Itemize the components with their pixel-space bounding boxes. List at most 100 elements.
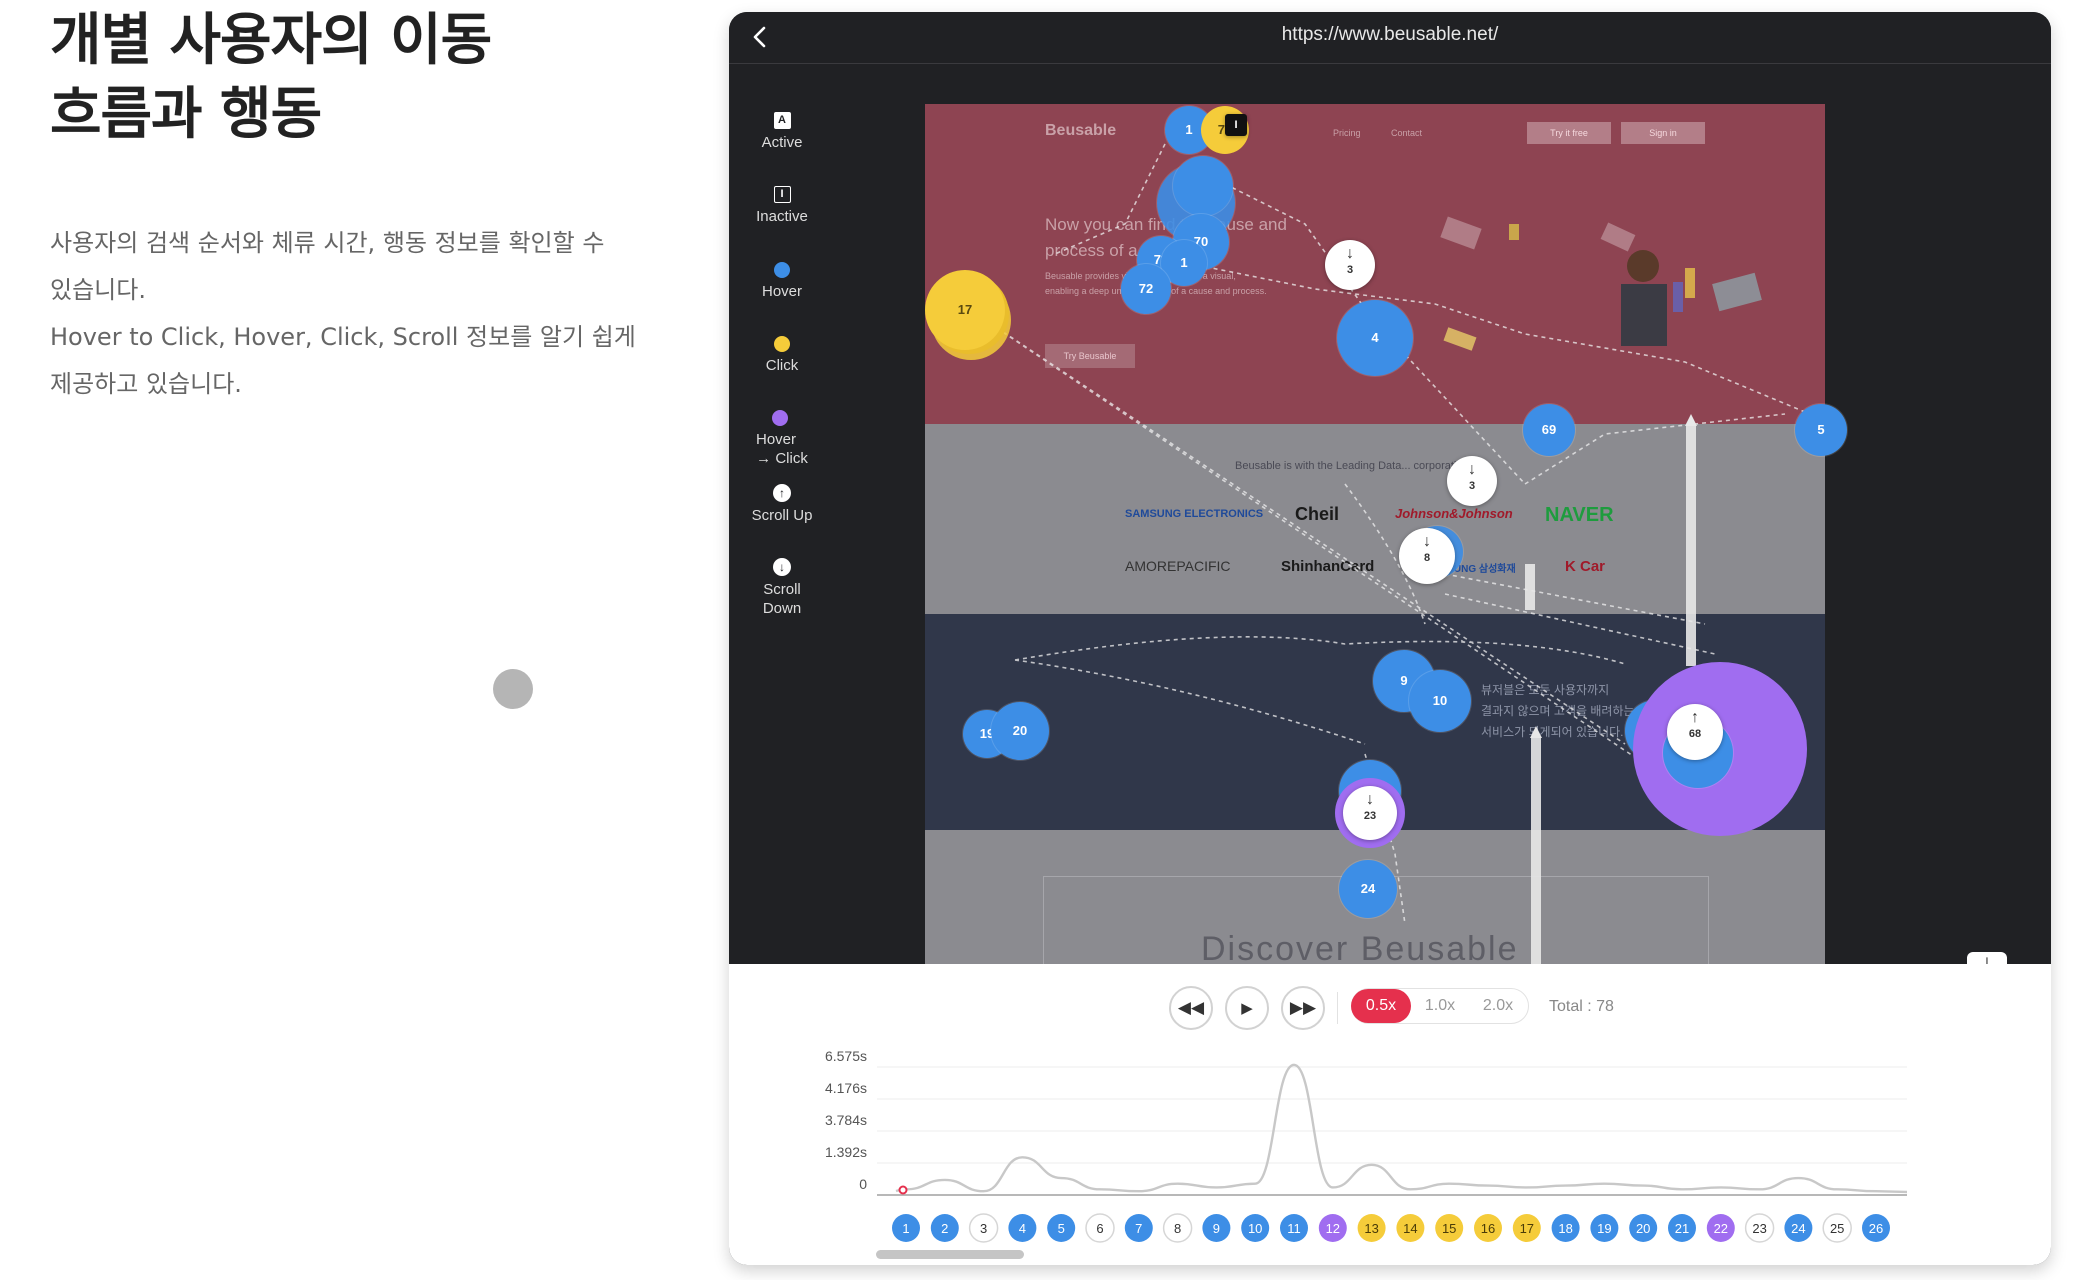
timeline-step-badge[interactable]: 3 (968, 1213, 999, 1243)
hover-marker[interactable]: 5 (1795, 404, 1847, 456)
legend-label: Scroll Up (751, 507, 813, 524)
timeline-step-label: 4 (1019, 1221, 1026, 1236)
slide-title-line: 개별 사용자의 이동 (50, 8, 492, 73)
url-bar[interactable]: https://www.beusable.net/ (729, 24, 2051, 46)
timeline-step-badge[interactable]: 13 (1357, 1214, 1386, 1242)
hover-marker[interactable] (1173, 156, 1233, 216)
legend-label: Active (761, 134, 803, 151)
timeline-step-label: 10 (1248, 1221, 1262, 1236)
scroll-down-marker[interactable]: ↓ 23 (1343, 786, 1397, 840)
legend-scroll-up[interactable]: ↑ Scroll Up (729, 484, 835, 525)
timeline-step-label: 6 (1096, 1221, 1103, 1236)
click-marker[interactable]: 17 (925, 270, 1005, 350)
timeline-step-label: 15 (1442, 1221, 1456, 1236)
timeline-step-badge[interactable]: 23 (1744, 1213, 1775, 1243)
timeline-step-badge[interactable]: 21 (1668, 1214, 1696, 1242)
timeline-step-label: 18 (1558, 1221, 1572, 1236)
legend-label: Hover (761, 283, 802, 300)
timeline-step-badge[interactable]: 19 (1590, 1214, 1619, 1242)
timeline-step-label: 2 (941, 1221, 948, 1236)
timeline-step-badge[interactable]: 8 (1162, 1213, 1193, 1243)
slide-desc-line: 있습니다. (50, 276, 146, 304)
timeline-step-label: 26 (1869, 1221, 1883, 1236)
timeline-step-badge[interactable]: 5 (1047, 1214, 1076, 1242)
legend-hover[interactable]: Hover (729, 262, 835, 301)
heatmap-viewport: Beusable Pricing Contact Try it free Sig… (925, 64, 2037, 964)
timeline-step-badge[interactable]: 10 (1241, 1214, 1270, 1242)
timeline-step-label: 25 (1830, 1221, 1844, 1236)
timeline-scrollbar[interactable] (876, 1250, 1024, 1259)
legend-active[interactable]: A Active (729, 112, 835, 152)
legend-hover-click[interactable]: Hover → Click (729, 410, 829, 468)
browser-window: https://www.beusable.net/ A Active I Ina… (729, 12, 2051, 1265)
inactive-icon: I (773, 186, 791, 203)
browser-header: https://www.beusable.net/ (729, 12, 2051, 64)
timeline-step-badge[interactable]: 25 (1822, 1213, 1852, 1243)
timeline-step-badge[interactable]: 11 (1280, 1214, 1308, 1242)
timeline-step-badge[interactable]: 18 (1551, 1214, 1580, 1242)
scroll-down-marker[interactable]: ↓ 8 (1399, 528, 1455, 584)
slide-title: 개별 사용자의 이동 흐름과 행동 (50, 4, 670, 152)
timeline-step-label: 12 (1326, 1221, 1340, 1236)
timeline-step-label: 14 (1403, 1221, 1417, 1236)
timeline-step-label: 20 (1636, 1221, 1650, 1236)
timeline-step-label: 17 (1520, 1221, 1534, 1236)
hover-marker[interactable]: 72 (1121, 264, 1171, 314)
scroll-up-marker[interactable]: ↑ 68 (1667, 704, 1723, 760)
timeline-step-label: 21 (1675, 1221, 1689, 1236)
timeline-step-label: 23 (1752, 1221, 1766, 1236)
legend-label: Hover (755, 431, 796, 448)
legend-scroll-down[interactable]: ↓ Scroll Down (729, 558, 835, 618)
timeline-step-badge[interactable]: 6 (1085, 1213, 1115, 1243)
timeline-step-label: 5 (1058, 1221, 1065, 1236)
scroll-down-marker[interactable]: ↓ 3 (1325, 240, 1375, 290)
legend-label: Inactive (756, 208, 808, 225)
scroll-down-marker[interactable]: ↓ 3 (1447, 456, 1497, 506)
slide: 개별 사용자의 이동 흐름과 행동 사용자의 검색 순서와 체류 시간, 행동 … (0, 0, 2091, 1280)
hover-click-dot-icon (772, 410, 788, 426)
click-dot-icon (774, 336, 790, 352)
legend-inactive[interactable]: I Inactive (729, 186, 835, 226)
dwell-time-chart: 1 2 3 4 5 6 7 8 9 10 11 12 13 14 15 16 17 18 19 20 21 22 23 24 2… (877, 1063, 1908, 1243)
timeline-step-badge[interactable]: 20 (1629, 1214, 1658, 1242)
timeline-step-badge[interactable]: 26 (1862, 1214, 1890, 1242)
legend-label: Down (762, 600, 802, 617)
timeline-step-label: 1 (902, 1221, 909, 1236)
timeline-step-label: 22 (1714, 1221, 1728, 1236)
hover-marker[interactable]: 4 (1337, 300, 1413, 376)
timeline-step-badge[interactable]: 7 (1124, 1214, 1153, 1242)
slide-desc-line: Hover to Click, Hover, Click, Scroll 정보를… (50, 323, 636, 351)
timeline-step-badge[interactable]: 9 (1202, 1214, 1231, 1242)
timeline-step-badge[interactable]: 1 (892, 1214, 920, 1242)
arrow-down-circle-icon: ↓ (773, 558, 791, 576)
timeline-step-label: 11 (1287, 1221, 1301, 1236)
timeline-step-label: 19 (1597, 1221, 1611, 1236)
timeline-step-badge[interactable]: 2 (930, 1214, 959, 1242)
timeline-step-label: 24 (1791, 1221, 1805, 1236)
inactive-marker-icon[interactable]: I (1225, 114, 1247, 136)
hover-marker[interactable]: 69 (1523, 404, 1575, 456)
dwell-time-line (895, 1063, 1908, 1194)
timeline-step-badge[interactable]: 4 (1008, 1214, 1037, 1242)
legend-label: → Click (756, 450, 808, 467)
timeline-step-label: 8 (1174, 1221, 1181, 1236)
legend-click[interactable]: Click (729, 336, 835, 375)
timeline-step-label: 13 (1364, 1221, 1378, 1236)
slide-desc-line: 제공하고 있습니다. (50, 370, 242, 398)
timeline-step-badge[interactable]: 15 (1435, 1214, 1464, 1242)
timeline-step-badge[interactable]: 16 (1474, 1214, 1502, 1242)
legend-sidebar: A Active I Inactive Hover Click Hover → … (729, 64, 924, 976)
hover-marker[interactable]: 10 (1409, 670, 1471, 732)
timeline-step-label: 3 (980, 1221, 987, 1236)
timeline-step-badge[interactable]: 14 (1396, 1214, 1425, 1242)
playhead-start-marker[interactable] (898, 1185, 908, 1195)
timeline-step-badge[interactable]: 22 (1706, 1214, 1735, 1242)
slide-desc-line: 사용자의 검색 순서와 체류 시간, 행동 정보를 확인할 수 (50, 229, 605, 257)
timeline-step-badge[interactable]: 17 (1512, 1214, 1541, 1242)
hover-marker[interactable]: 24 (1339, 860, 1397, 918)
legend-label: Scroll (763, 581, 801, 598)
timeline-step-badge[interactable]: 12 (1318, 1214, 1347, 1242)
timeline-step-badge[interactable]: 24 (1784, 1214, 1813, 1242)
flow-lines (969, 143, 1806, 964)
hover-marker[interactable]: 20 (991, 702, 1049, 760)
